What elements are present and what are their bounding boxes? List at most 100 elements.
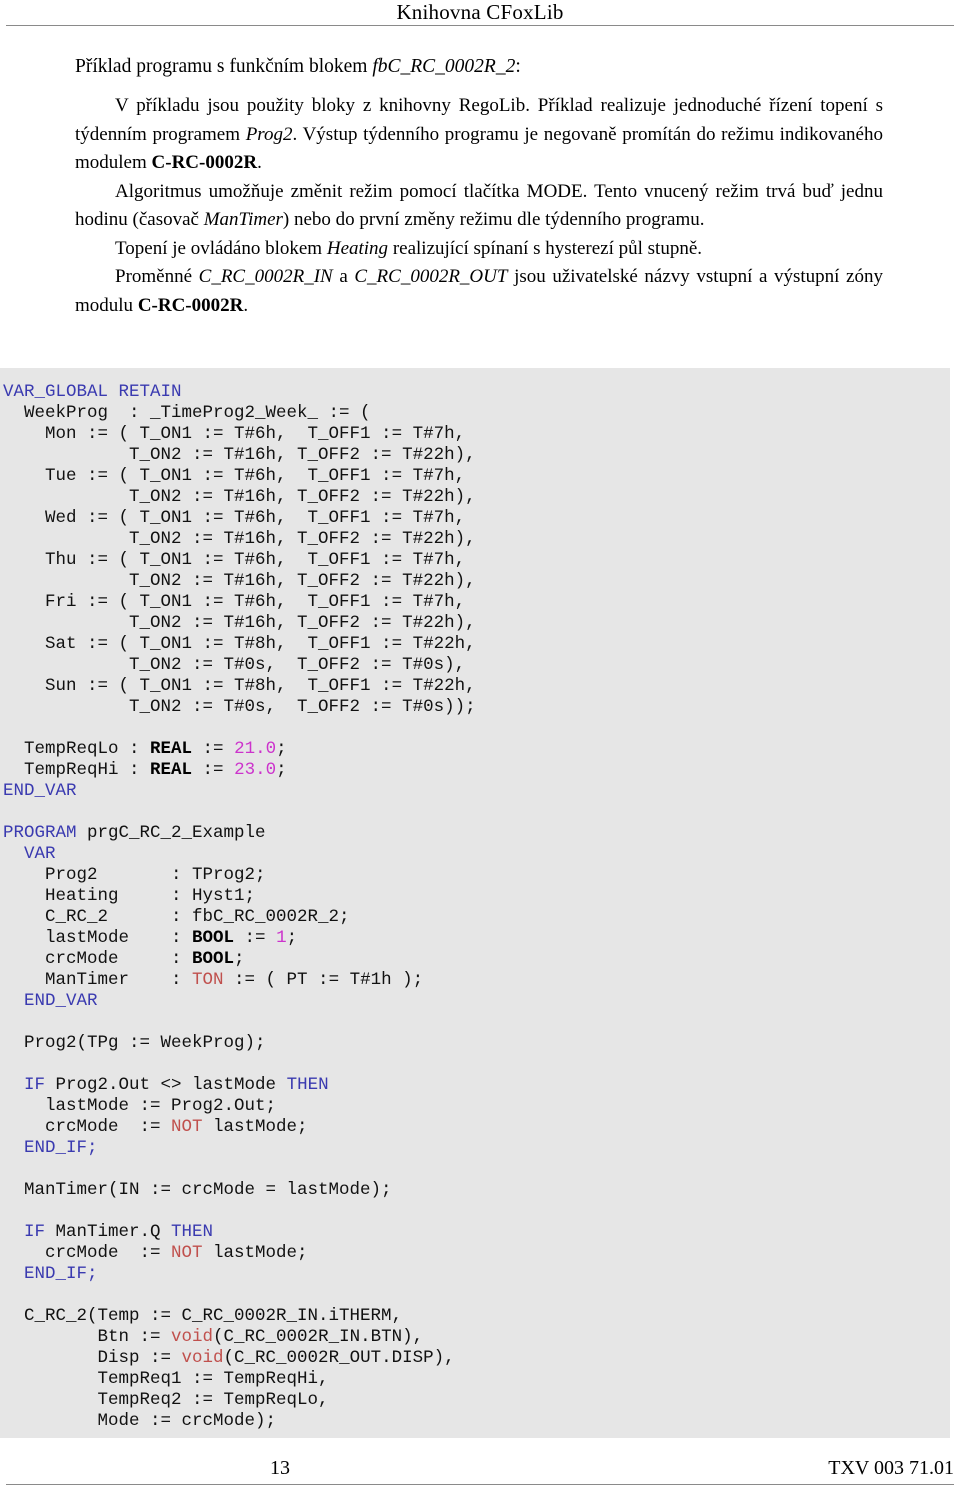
header-title: Knihovna CFoxLib xyxy=(396,0,564,24)
code-line: lastMode : BOOL := 1; xyxy=(3,928,950,949)
code-line: lastMode := Prog2.Out; xyxy=(3,1096,950,1117)
p4-text-4: . xyxy=(243,294,249,316)
code-token-plain: := xyxy=(192,739,235,759)
code-line: Heating : Hyst1; xyxy=(3,886,950,907)
p2-text-2: ) nebo do první změny režimu dle týdenní… xyxy=(282,209,705,230)
section-heading-prefix: Příklad programu s funkčním blokem xyxy=(75,56,373,77)
code-line: VAR xyxy=(3,844,950,865)
paragraph-3: Topení je ovládáno blokem Heating realiz… xyxy=(75,235,883,264)
code-line: Mode := crcMode); xyxy=(3,1411,950,1432)
p1-italic-prog2: Prog2 xyxy=(245,123,293,145)
code-token-plain: := xyxy=(234,928,277,948)
code-line: TempReqLo : REAL := 21.0; xyxy=(3,739,950,760)
code-token-plain: T_ON2 := T#0s, T_OFF2 := T#0s), xyxy=(3,655,466,675)
code-line: Mon := ( T_ON1 := T#6h, T_OFF1 := T#7h, xyxy=(3,424,950,445)
code-token-plain: := ( PT := T#1h ); xyxy=(223,970,424,990)
code-token-plain: (C_RC_0002R_OUT.DISP), xyxy=(223,1348,455,1368)
code-token-fn: NOT xyxy=(171,1117,203,1137)
paragraph-4: Proměnné C_RC_0002R_IN a C_RC_0002R_OUT … xyxy=(75,263,883,320)
code-token-type: REAL xyxy=(150,760,193,780)
code-line: ManTimer : TON := ( PT := T#1h ); xyxy=(3,970,950,991)
code-token-plain: crcMode : xyxy=(3,949,193,969)
code-token-kw: THEN xyxy=(286,1075,329,1095)
p2-italic-mantimer: ManTimer xyxy=(203,209,283,230)
code-token-plain: crcMode := xyxy=(3,1243,172,1263)
code-token-type: BOOL xyxy=(192,928,235,948)
code-token-plain: Heating : Hyst1; xyxy=(3,886,256,906)
code-token-kw: VAR xyxy=(3,844,56,864)
code-token-plain: (C_RC_0002R_IN.BTN), xyxy=(213,1327,424,1347)
p3-italic-heating: Heating xyxy=(326,237,389,259)
p1-text-3: . xyxy=(257,152,262,173)
code-line: Btn := void(C_RC_0002R_IN.BTN), xyxy=(3,1327,950,1348)
code-token-fn: TON xyxy=(192,970,224,990)
code-token-plain: prgC_RC_2_Example xyxy=(76,823,266,843)
paragraph-2: Algoritmus umožňuje změnit režim pomocí … xyxy=(75,178,883,235)
code-token-plain: := xyxy=(192,760,235,780)
code-token-plain: Sun := ( T_ON1 := T#8h, T_OFF1 := T#22h, xyxy=(3,676,476,696)
code-token-type: BOOL xyxy=(192,949,235,969)
code-line: Sat := ( T_ON1 := T#8h, T_OFF1 := T#22h, xyxy=(3,634,950,655)
code-token-plain: T_ON2 := T#16h, T_OFF2 := T#22h), xyxy=(3,445,476,465)
code-token-plain: Sat := ( T_ON1 := T#8h, T_OFF1 := T#22h, xyxy=(3,634,476,654)
code-token-plain: TempReqLo : xyxy=(3,739,151,759)
code-line: END_IF; xyxy=(3,1264,950,1285)
code-line: Prog2(TPg := WeekProg); xyxy=(3,1033,950,1054)
code-line: IF Prog2.Out <> lastMode THEN xyxy=(3,1075,950,1096)
code-token-plain: ; xyxy=(234,949,245,969)
document-id: TXV 003 71.01 xyxy=(828,1457,954,1479)
code-line: crcMode : BOOL; xyxy=(3,949,950,970)
code-token-plain: Disp := xyxy=(3,1348,182,1368)
code-token-kw: END_VAR xyxy=(3,781,77,801)
code-line: END_VAR xyxy=(3,781,950,802)
code-line: END_VAR xyxy=(3,991,950,1012)
code-token-kw: THEN xyxy=(171,1222,214,1242)
code-token-plain: Prog2(TPg := WeekProg); xyxy=(3,1033,266,1053)
code-token-kw: END_VAR xyxy=(3,991,98,1011)
code-token-plain: crcMode := xyxy=(3,1117,172,1137)
section-heading: Příklad programu s funkčním blokem fbC_R… xyxy=(75,52,883,82)
code-listing: VAR_GLOBAL RETAIN WeekProg : _TimeProg2_… xyxy=(0,368,950,1438)
code-token-plain: Prog2 : TProg2; xyxy=(3,865,266,885)
code-token-kw: PROGRAM xyxy=(3,823,77,843)
code-line: WeekProg : _TimeProg2_Week_ := ( xyxy=(3,403,950,424)
code-token-plain: T_ON2 := T#16h, T_OFF2 := T#22h), xyxy=(3,529,476,549)
code-line: C_RC_2 : fbC_RC_0002R_2; xyxy=(3,907,950,928)
code-token-fn: void xyxy=(181,1348,224,1368)
page-footer: 13 TXV 003 71.01 xyxy=(0,1455,960,1495)
header-divider xyxy=(6,25,954,26)
code-token-plain: ; xyxy=(286,928,298,948)
paragraph-1: V příkladu jsou použity bloky z knihovny… xyxy=(75,92,883,178)
code-line: T_ON2 := T#16h, T_OFF2 := T#22h), xyxy=(3,529,950,550)
code-token-num: 21.0 xyxy=(234,739,277,759)
code-line: Disp := void(C_RC_0002R_OUT.DISP), xyxy=(3,1348,950,1369)
code-line: T_ON2 := T#16h, T_OFF2 := T#22h), xyxy=(3,571,950,592)
code-token-plain: ManTimer(IN := crcMode = lastMode); xyxy=(3,1180,392,1200)
code-line: TempReq2 := TempReqLo, xyxy=(3,1390,950,1411)
code-token-plain: T_ON2 := T#16h, T_OFF2 := T#22h), xyxy=(3,613,476,633)
code-token-plain: Fri := ( T_ON1 := T#6h, T_OFF1 := T#7h, xyxy=(3,592,466,612)
p3-text-2: realizující spínaní s hysterezí půl stup… xyxy=(388,237,703,259)
code-token-plain: lastMode : xyxy=(3,928,193,948)
code-line: T_ON2 := T#16h, T_OFF2 := T#22h), xyxy=(3,613,950,634)
code-line: ManTimer(IN := crcMode = lastMode); xyxy=(3,1180,950,1201)
code-token-num: 23.0 xyxy=(234,760,277,780)
code-token-type: REAL xyxy=(150,739,193,759)
code-token-plain: Tue := ( T_ON1 := T#6h, T_OFF1 := T#7h, xyxy=(3,466,466,486)
p3-text-1: Topení je ovládáno blokem xyxy=(115,237,327,259)
code-token-plain: WeekProg : _TimeProg2_Week_ := ( xyxy=(3,403,371,423)
p4-text-2: a xyxy=(332,266,355,287)
code-token-plain: Mode := crcMode); xyxy=(3,1411,277,1431)
code-line: Sun := ( T_ON1 := T#8h, T_OFF1 := T#22h, xyxy=(3,676,950,697)
code-token-plain: ManTimer : xyxy=(3,970,193,990)
code-token-plain: ManTimer.Q xyxy=(45,1222,172,1242)
code-line: T_ON2 := T#16h, T_OFF2 := T#22h), xyxy=(3,487,950,508)
code-token-plain: T_ON2 := T#0s, T_OFF2 := T#0s)); xyxy=(3,697,476,717)
code-line: TempReqHi : REAL := 23.0; xyxy=(3,760,950,781)
code-token-plain: ; xyxy=(276,739,287,759)
